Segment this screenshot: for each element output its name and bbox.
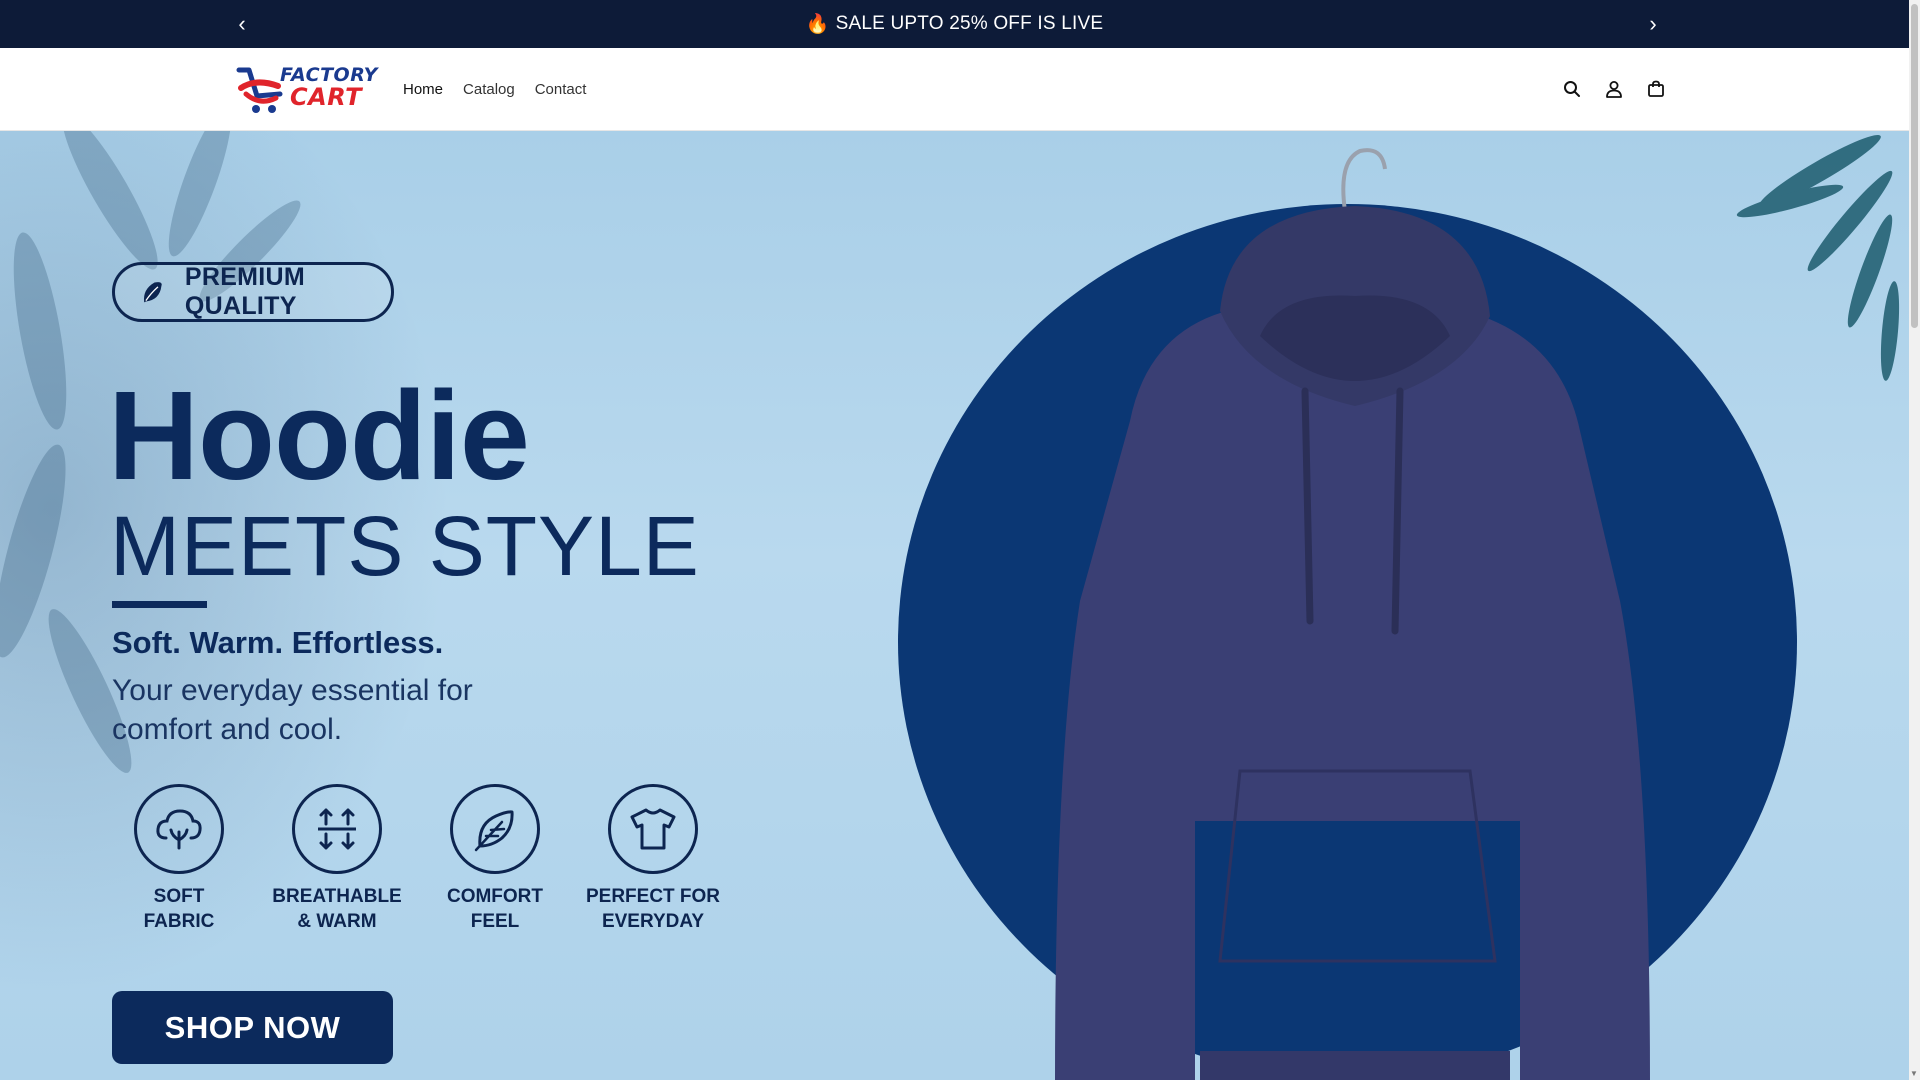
site-logo[interactable]: FACTORY CART [236,64,380,116]
scroll-down-arrow-icon[interactable]: ▼ [1910,1069,1918,1078]
nav-home[interactable]: Home [403,81,443,98]
hero-subtitle: MEETS STYLE [110,499,700,593]
header-icons [1560,48,1668,130]
airflow-arrows-icon [292,784,382,874]
feature-item: PERFECT FOR EVERYDAY [574,784,732,934]
feature-label: BREATHABLE & WARM [272,886,402,932]
announcement-bar: ‹ 🔥 SALE UPTO 25% OFF IS LIVE › [0,0,1909,48]
announcement-message: 🔥 SALE UPTO 25% OFF IS LIVE [0,0,1909,48]
feature-item: COMFORT FEEL [416,784,574,934]
feature-list: SOFT FABRIC BREATHABLE & WARM COMFORT FEEL … [100,784,732,934]
hero-banner: PREMIUM QUALITY Hoodie MEETS STYLE Soft.… [0,131,1909,1080]
nav-catalog[interactable]: Catalog [463,81,515,98]
site-header: FACTORY CART Home Catalog Contact [0,48,1909,131]
badge-text: PREMIUM QUALITY [184,263,306,320]
hero-tagline: Soft. Warm. Effortless. [112,625,444,660]
logo-line-2: CART [290,83,362,111]
logo-text: FACTORY CART [280,66,378,111]
announcement-text: SALE UPTO 25% OFF IS LIVE [835,13,1104,34]
feature-item: BREATHABLE & WARM [258,784,416,934]
hero-title: Hoodie [108,365,530,506]
announcement-next-button[interactable]: › [1638,0,1668,48]
main-nav: Home Catalog Contact [403,48,586,130]
feature-label: PERFECT FOR EVERYDAY [585,886,721,932]
shop-now-button[interactable]: SHOP NOW [112,991,393,1064]
logo-cart-icon [236,67,283,113]
nav-contact[interactable]: Contact [535,81,587,98]
feature-item: SOFT FABRIC [100,784,258,934]
cloud-leaf-icon [134,784,224,874]
tshirt-icon [608,784,698,874]
feature-label: SOFT FABRIC [143,886,215,932]
hero-divider [112,601,207,608]
fire-icon: 🔥 [805,14,830,35]
scrollbar-thumb[interactable] [1911,4,1918,328]
hero-description: Your everyday essential for comfort and … [112,674,473,746]
search-icon[interactable] [1560,77,1584,101]
premium-quality-badge: PREMIUM QUALITY [112,262,394,322]
hoodie-product-image [1055,148,1650,1080]
account-icon[interactable] [1602,77,1626,101]
page-scrollbar[interactable]: ▼ [1909,0,1920,1080]
cart-icon[interactable] [1644,77,1668,101]
feather-icon [450,784,540,874]
feature-label: COMFORT FEEL [446,886,544,932]
leaf-icon [143,282,162,303]
